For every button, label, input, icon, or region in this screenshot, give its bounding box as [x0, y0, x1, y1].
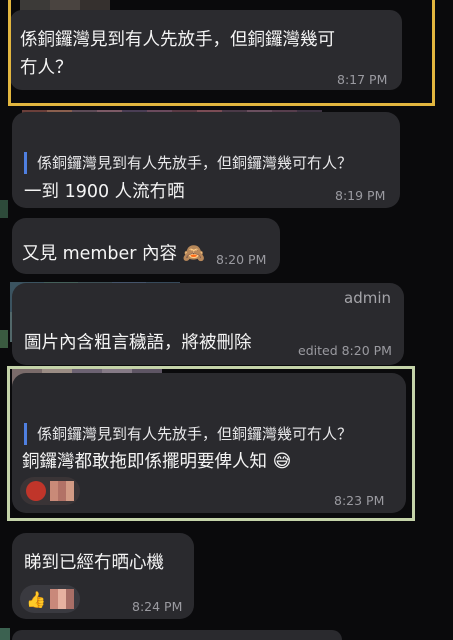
- reply-quote[interactable]: 係銅鑼灣見到有人先放手，但銅鑼灣幾可冇人？: [24, 152, 352, 174]
- chat-screen: 係銅鑼灣見到有人先放手，但銅鑼灣幾可 冇人？ 8:17 PM 係銅鑼灣見到有人先…: [0, 0, 453, 640]
- message-time: edited 8:20 PM: [298, 343, 392, 358]
- message-bubble-2[interactable]: 係銅鑼灣見到有人先放手，但銅鑼灣幾可冇人？ 一到 1900 人流冇晒 8:19 …: [12, 112, 400, 208]
- avatar-blurred: [0, 628, 10, 640]
- message-text: 一到 1900 人流冇晒: [24, 182, 185, 202]
- highlight-box-green: [7, 366, 415, 521]
- message-text: 睇到已經冇晒心機: [24, 553, 164, 573]
- see-no-evil-monkey-icon: 🙈: [182, 243, 206, 264]
- reaction-chip[interactable]: 👍: [20, 585, 80, 613]
- avatar-blurred: [0, 200, 8, 218]
- highlight-box-yellow: [8, 0, 435, 106]
- message-time: 8:20 PM: [216, 252, 267, 267]
- reactor-avatar-blurred: [49, 589, 74, 609]
- message-bubble-3[interactable]: 又見 member 內容 🙈 8:20 PM: [12, 218, 280, 274]
- message-time: 8:24 PM: [132, 599, 183, 614]
- message-bubble-6[interactable]: 睇到已經冇晒心機 👍 8:24 PM: [12, 533, 194, 619]
- sender-label-admin[interactable]: admin: [344, 289, 391, 307]
- message-text: 圖片內含粗言穢語，將被刪除: [24, 333, 252, 353]
- thumbs-up-icon: 👍: [26, 589, 46, 609]
- message-bubble-4[interactable]: admin 圖片內含粗言穢語，將被刪除 edited 8:20 PM: [12, 283, 404, 365]
- message-text: 又見 member 內容 🙈: [22, 240, 205, 268]
- message-text-body: 又見 member 內容: [22, 244, 178, 264]
- message-time: 8:19 PM: [335, 188, 386, 203]
- avatar-blurred: [0, 330, 8, 348]
- message-bubble-partial: [12, 630, 342, 640]
